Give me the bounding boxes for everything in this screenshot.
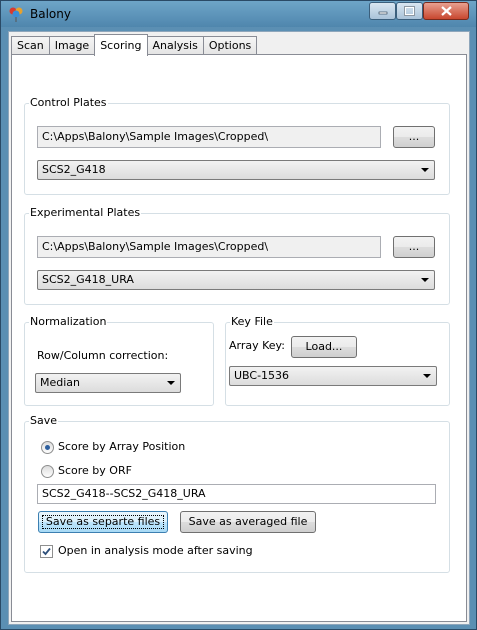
maximize-button[interactable] (396, 2, 423, 20)
experimental-plates-title: Experimental Plates (29, 206, 142, 219)
tab-scoring[interactable]: Scoring (94, 34, 148, 56)
control-plate-select[interactable]: SCS2_G418 (37, 160, 435, 180)
title-bar[interactable]: Balony (1, 1, 476, 27)
load-key-button[interactable]: Load... (291, 336, 357, 358)
key-file-title: Key File (230, 315, 274, 328)
save-separate-files-button[interactable]: Save as separte files (38, 511, 168, 533)
checkmark-icon (42, 547, 51, 556)
radio-selected-dot (45, 445, 50, 450)
control-plates-title: Control Plates (29, 96, 108, 109)
row-column-label: Row/Column correction: (37, 349, 169, 362)
app-window: Balony Scan Image Scoring Analysis Optio… (0, 0, 477, 630)
chevron-down-icon (421, 168, 429, 172)
array-key-label: Array Key: (229, 339, 285, 352)
experimental-plates-group: Experimental Plates C:\Apps\Balony\Sampl… (24, 206, 450, 305)
save-averaged-file-button[interactable]: Save as averaged file (180, 511, 316, 533)
save-filename-field[interactable]: SCS2_G418--SCS2_G418_URA (37, 484, 436, 504)
normalization-value: Median (40, 376, 81, 389)
control-path-field[interactable]: C:\Apps\Balony\Sample Images\Cropped\ (37, 126, 381, 148)
tab-options[interactable]: Options (202, 36, 258, 56)
tab-strip: Scan Image Scoring Analysis Options (11, 34, 258, 56)
close-button[interactable] (423, 2, 469, 20)
close-icon (440, 6, 452, 16)
tab-image[interactable]: Image (48, 36, 96, 56)
control-browse-button[interactable]: ... (393, 126, 435, 148)
open-analysis-checkbox[interactable] (40, 545, 53, 558)
control-plates-group: Control Plates C:\Apps\Balony\Sample Ima… (24, 96, 450, 195)
score-by-array-position-radio[interactable] (41, 441, 54, 454)
normalization-select[interactable]: Median (35, 373, 181, 393)
open-analysis-label[interactable]: Open in analysis mode after saving (58, 544, 253, 557)
control-plate-value: SCS2_G418 (42, 163, 106, 176)
scoring-tab-page: Control Plates C:\Apps\Balony\Sample Ima… (11, 54, 467, 622)
array-key-value: UBC-1536 (234, 369, 290, 382)
chevron-down-icon (421, 278, 429, 282)
score-by-array-position-label[interactable]: Score by Array Position (58, 440, 185, 453)
client-area: Scan Image Scoring Analysis Options Cont… (8, 31, 470, 625)
focus-indicator (42, 515, 164, 529)
normalization-title: Normalization (29, 315, 108, 328)
experimental-plate-value: SCS2_G418_URA (42, 273, 134, 286)
experimental-path-field[interactable]: C:\Apps\Balony\Sample Images\Cropped\ (37, 236, 381, 258)
experimental-plate-select[interactable]: SCS2_G418_URA (37, 270, 435, 290)
app-icon (9, 7, 23, 22)
experimental-browse-button[interactable]: ... (393, 236, 435, 258)
save-title: Save (29, 414, 59, 427)
minimize-icon (378, 11, 387, 15)
maximize-icon (404, 6, 415, 16)
tab-analysis[interactable]: Analysis (146, 36, 204, 56)
chevron-down-icon (423, 374, 431, 378)
save-group: Save Score by Array Position Score by OR… (24, 414, 450, 573)
key-file-group: Key File Array Key: Load... UBC-1536 (225, 315, 450, 406)
tab-scan[interactable]: Scan (11, 36, 50, 56)
normalization-group: Normalization Row/Column correction: Med… (24, 315, 214, 406)
array-key-select[interactable]: UBC-1536 (229, 366, 437, 386)
score-by-orf-radio[interactable] (41, 465, 54, 478)
minimize-button[interactable] (369, 2, 396, 20)
window-title: Balony (30, 7, 71, 21)
score-by-orf-label[interactable]: Score by ORF (58, 464, 132, 477)
chevron-down-icon (167, 381, 175, 385)
